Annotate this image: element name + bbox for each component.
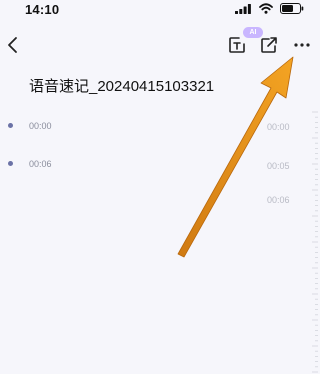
timeline-label: 00:00 [267, 122, 290, 132]
timeline-ruler[interactable] [312, 110, 318, 374]
back-button[interactable] [4, 35, 22, 55]
text-export-button[interactable] [228, 36, 246, 54]
timeline-label: 00:06 [267, 195, 290, 205]
segment-timestamp[interactable]: 00:00 [29, 121, 52, 131]
segment-dot [8, 161, 13, 166]
page-title: 语音速记_20240415103321 [29, 78, 215, 95]
segment-dot [8, 123, 13, 128]
wifi-icon [259, 3, 273, 14]
status-time: 14:10 [25, 2, 60, 17]
more-button[interactable] [292, 38, 312, 52]
annotation-arrow [177, 56, 294, 258]
share-button[interactable] [260, 36, 278, 54]
timeline-label: 00:05 [267, 161, 290, 171]
segment-timestamp[interactable]: 00:06 [29, 159, 52, 169]
battery-icon [280, 3, 304, 14]
signal-bars-icon [235, 4, 251, 14]
